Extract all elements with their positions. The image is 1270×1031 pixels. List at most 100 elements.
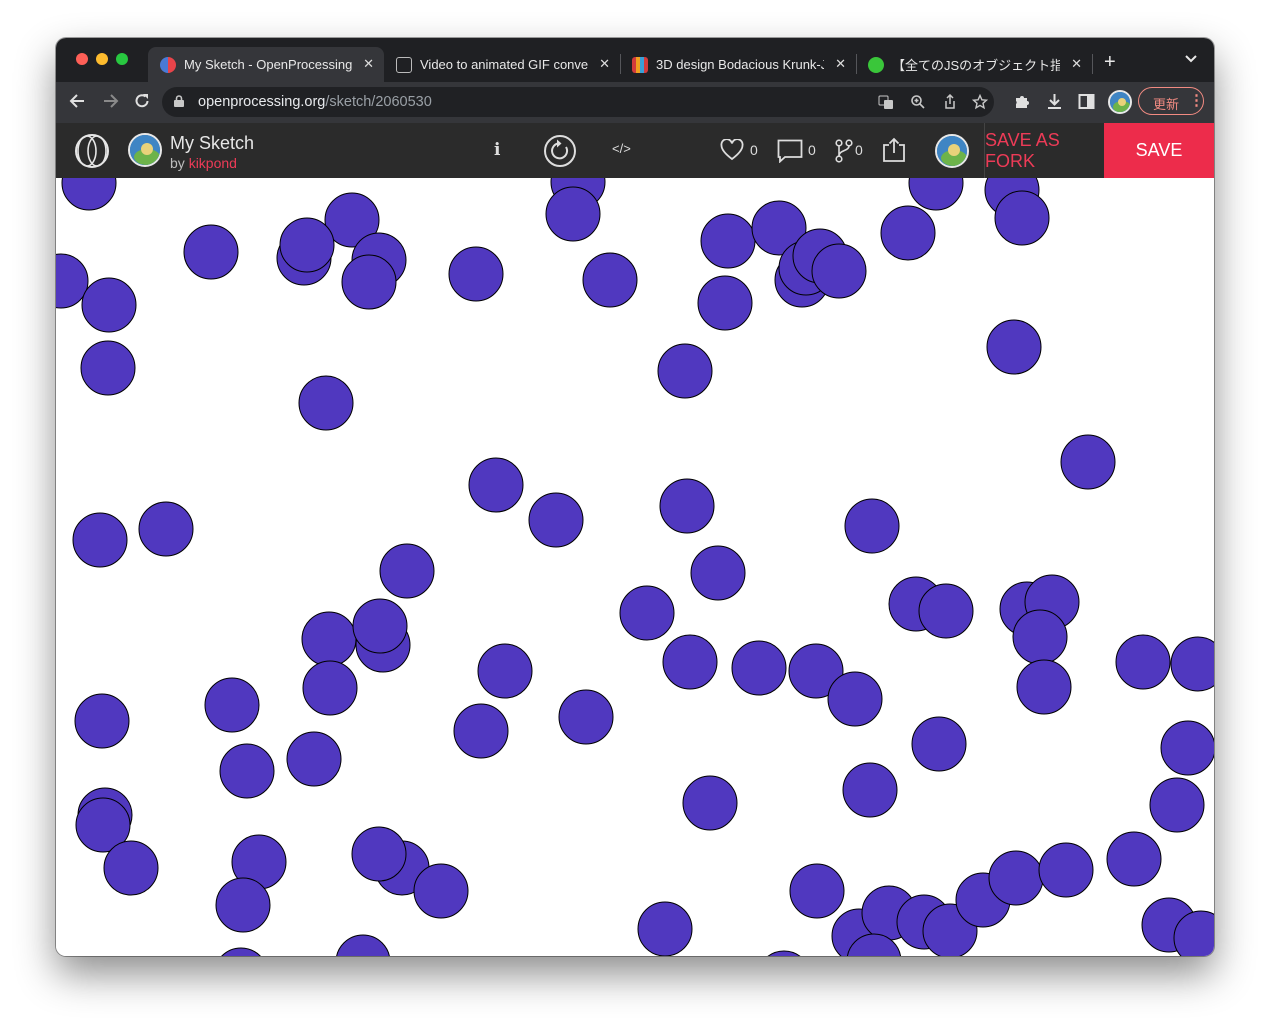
share-icon[interactable] [942,93,958,113]
circle [221,947,261,956]
heart-icon[interactable] [720,138,744,166]
circle [986,319,1042,375]
save-as-fork-button[interactable]: SAVE AS FORK [984,123,1104,178]
tab-separator [1092,54,1093,74]
openprocessing-favicon-icon [160,56,176,73]
circle [138,501,194,557]
sketch-circles [56,178,1214,956]
tab-close-icon[interactable]: ✕ [1071,56,1082,72]
save-button[interactable]: SAVE [1104,123,1214,178]
tab-bar: My Sketch - OpenProcessing ✕ Video to an… [56,38,1214,82]
circle [215,877,271,933]
info-icon[interactable]: i [494,140,500,160]
more-vert-icon: ⋮ [1189,92,1204,109]
circle [659,478,715,534]
forks-count: 0 [855,142,863,158]
tab-close-icon[interactable]: ✕ [599,56,610,72]
circle [302,660,358,716]
share-upload-icon[interactable] [882,137,906,168]
user-avatar[interactable] [935,134,969,168]
circle [219,743,275,799]
forward-arrow-icon[interactable] [100,91,120,116]
likes-count: 0 [750,142,758,158]
circle [336,934,390,956]
circle [448,246,504,302]
tab-title: 3D design Bodacious Krunk-J [656,57,824,72]
close-window-button[interactable] [76,53,88,65]
circle [1160,720,1214,776]
side-panel-icon[interactable] [1078,93,1095,114]
tab-tinkercad[interactable]: 3D design Bodacious Krunk-J ✕ [620,47,856,82]
circle [80,340,136,396]
circle [413,863,469,919]
circle [453,703,509,759]
circle [918,583,974,639]
circle [61,178,117,211]
comment-icon[interactable] [777,139,803,168]
code-icon[interactable]: </> [612,141,631,156]
circle [183,224,239,280]
circle [352,598,408,654]
update-button[interactable]: 更新 ⋮ [1138,87,1204,115]
circle [103,840,159,896]
fork-icon[interactable] [835,139,853,168]
tab-js-article[interactable]: 【全てのJSのオブジェクト指向知 ✕ [856,47,1092,82]
circle [72,512,128,568]
circle [279,217,335,273]
circle [700,213,756,269]
lock-icon [174,95,184,107]
circle [1115,634,1171,690]
circle [545,186,601,242]
circle [286,731,342,787]
circle [789,863,845,919]
reload-icon[interactable] [132,91,152,116]
comments-count: 0 [808,142,816,158]
zoom-icon[interactable] [910,94,926,113]
circle [468,457,524,513]
author-link[interactable]: kikpond [189,155,237,171]
circle [1016,659,1072,715]
circle [477,643,533,699]
back-arrow-icon[interactable] [68,91,88,116]
tab-search-chevron-icon[interactable] [1184,52,1198,67]
tab-title: Video to animated GIF conver [420,57,588,72]
zoom-window-button[interactable] [116,53,128,65]
circle [81,277,137,333]
restart-icon[interactable] [543,134,577,173]
circle [657,343,713,399]
download-icon[interactable] [1046,93,1063,114]
minimize-window-button[interactable] [96,53,108,65]
circle [204,677,260,733]
tab-my-sketch[interactable]: My Sketch - OpenProcessing ✕ [148,47,384,82]
circle [301,611,357,667]
address-bar[interactable]: openprocessing.org/sketch/2060530 [162,87,994,117]
tab-gif-converter[interactable]: Video to animated GIF conver ✕ [384,47,620,82]
tab-title: My Sketch - OpenProcessing [184,57,352,72]
new-tab-button[interactable]: + [1104,51,1116,74]
circle [1149,777,1205,833]
circle [1038,842,1094,898]
gif-favicon-icon [396,56,412,73]
circle [731,640,787,696]
circle [341,254,397,310]
circle [908,178,964,211]
url-text: openprocessing.org/sketch/2060530 [198,94,432,110]
circle [767,950,801,956]
bookmark-star-icon[interactable] [971,93,989,113]
sketch-canvas[interactable] [56,178,1214,956]
profile-avatar[interactable] [1108,90,1132,114]
circle [1060,434,1116,490]
circle [827,671,883,727]
extensions-puzzle-icon[interactable] [1014,93,1031,114]
circle [74,693,130,749]
url-host: openprocessing.org [198,94,326,110]
openprocessing-logo-icon[interactable] [72,133,112,174]
browser-toolbar: openprocessing.org/sketch/2060530 更新 ⋮ [56,82,1214,123]
tab-close-icon[interactable]: ✕ [363,56,374,72]
tab-close-icon[interactable]: ✕ [835,56,846,72]
circle [558,689,614,745]
author-avatar[interactable] [128,133,162,167]
translate-icon[interactable] [878,94,894,113]
circle [842,762,898,818]
circle [1012,609,1068,665]
